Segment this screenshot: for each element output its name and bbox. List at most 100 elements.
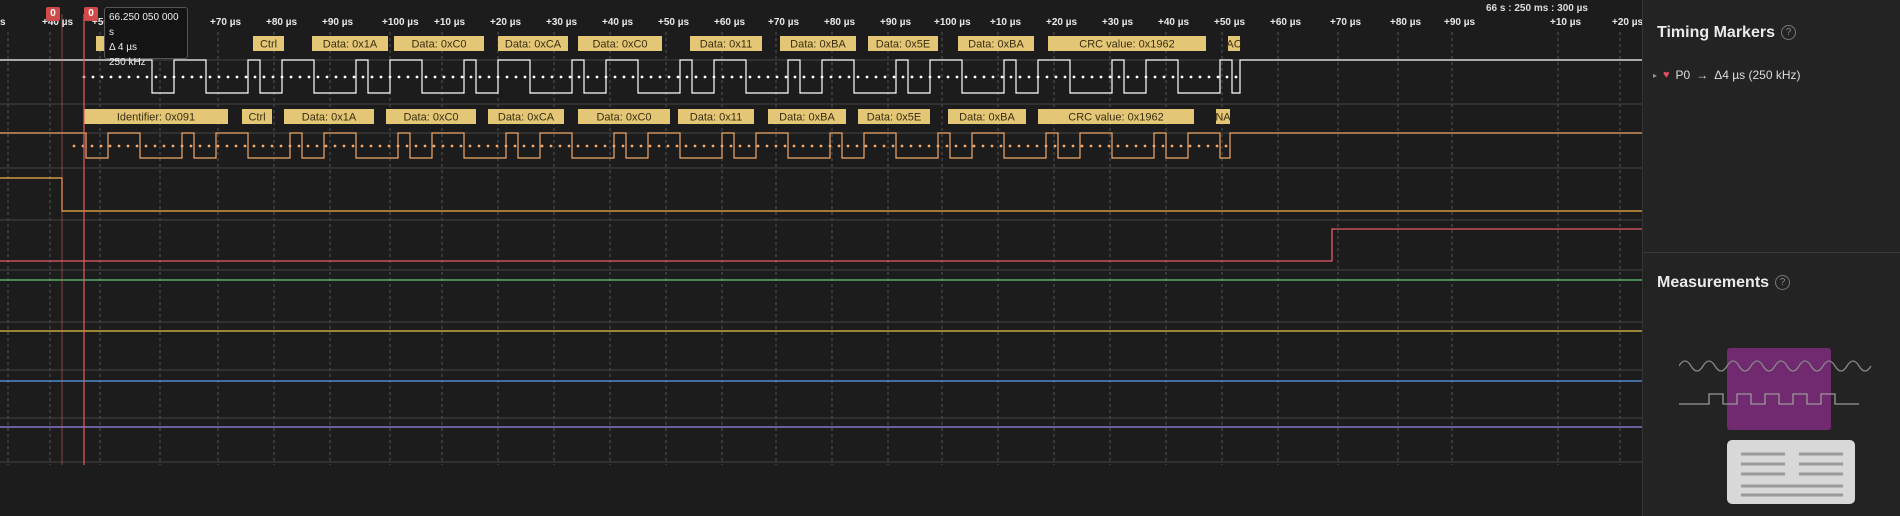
sample-dot — [693, 144, 697, 148]
decode-bubble-label: Data: 0xBA — [968, 39, 1024, 51]
sample-dot — [567, 144, 571, 148]
sample-dot — [586, 75, 590, 79]
sample-dot — [747, 144, 751, 148]
ruler-tick-label: +90 µs — [322, 17, 354, 28]
sample-dot — [370, 75, 374, 79]
sample-dot — [505, 75, 509, 79]
decode-bubble-label: Data: 0x11 — [690, 112, 742, 124]
decode-bubble-label: Data: 0xC0 — [596, 112, 651, 124]
sample-dot — [189, 144, 193, 148]
sample-dot — [1117, 75, 1121, 79]
decode-bubble-row2: Data: 0xC0 — [578, 109, 670, 124]
sample-dot — [900, 144, 904, 148]
ruler-tick-label: +30 µs — [546, 17, 578, 28]
sample-dot — [487, 75, 491, 79]
measurements-illustration-icon — [1679, 348, 1872, 504]
decode-bubble-label: Ctrl — [248, 112, 265, 124]
sample-dot — [675, 144, 679, 148]
sample-dot — [954, 144, 958, 148]
sample-dot — [658, 75, 662, 79]
sample-dot — [730, 75, 734, 79]
timing-markers-title: Timing Markers — [1657, 24, 1775, 41]
sample-dot — [343, 75, 347, 79]
sample-dot — [1171, 75, 1175, 79]
sample-dot — [1107, 144, 1111, 148]
sample-dot — [649, 75, 653, 79]
sample-dot — [963, 144, 967, 148]
sample-dot — [829, 75, 833, 79]
sample-dot — [558, 144, 562, 148]
sample-dot — [100, 75, 104, 79]
sample-dot — [1098, 144, 1102, 148]
sample-dot — [253, 75, 257, 79]
sample-dot — [1216, 75, 1220, 79]
sample-dot — [891, 144, 895, 148]
sample-dot — [163, 75, 167, 79]
sample-dot — [153, 144, 157, 148]
sample-dot — [297, 144, 301, 148]
sample-dot — [1143, 144, 1147, 148]
sample-dot — [154, 75, 158, 79]
waveform-area[interactable]: s +40 µs +50 µs +60 µs +70 µs +80 µs +90 µs +10… — [0, 0, 1642, 516]
sample-dot — [1009, 75, 1013, 79]
marker-flag-p0[interactable]: 0 — [84, 7, 98, 21]
sample-dot — [261, 144, 265, 148]
decode-bubble-row1: AC — [1226, 36, 1242, 51]
sample-dot — [145, 75, 149, 79]
sample-dot — [90, 144, 94, 148]
sample-dot — [676, 75, 680, 79]
decode-bubble-row2: Data: 0xC0 — [386, 109, 476, 124]
sample-dot — [639, 144, 643, 148]
sample-dot — [1071, 144, 1075, 148]
decode-bubble-row2: Data: 0xBA — [768, 109, 846, 124]
sample-dot — [1090, 75, 1094, 79]
help-icon[interactable]: ? — [1775, 275, 1791, 290]
time-ruler: s +40 µs +50 µs +60 µs +70 µs +80 µs +90 µs +10… — [0, 17, 1642, 465]
sample-dot — [208, 75, 212, 79]
sample-dot — [1180, 75, 1184, 79]
sample-dot — [838, 75, 842, 79]
sample-dot — [757, 75, 761, 79]
sample-dot — [252, 144, 256, 148]
sample-dot — [684, 144, 688, 148]
sample-dot — [234, 144, 238, 148]
help-icon[interactable]: ? — [1780, 25, 1796, 40]
decode-bubble-label: CRC value: 0x1962 — [1079, 39, 1174, 51]
sample-dot — [1126, 75, 1130, 79]
sample-dot — [955, 75, 959, 79]
sample-dot — [1008, 144, 1012, 148]
sample-dot — [729, 144, 733, 148]
ruler-tick-label: s — [0, 17, 6, 28]
sample-dot — [226, 75, 230, 79]
ruler-tick-label: +10 µs — [990, 17, 1022, 28]
sample-dot — [720, 144, 724, 148]
sample-dot — [1152, 144, 1156, 148]
sample-dot — [306, 144, 310, 148]
sample-dot — [379, 75, 383, 79]
ruler-tick-label: +30 µs — [1102, 17, 1134, 28]
timing-marker-entry[interactable]: ▸ ♥ P0 → Δ4 µs (250 kHz) — [1653, 68, 1801, 82]
sample-dot — [1054, 75, 1058, 79]
decode-bubble-label: AC — [1226, 39, 1241, 51]
ruler-tick-label: +80 µs — [1390, 17, 1422, 28]
sample-dot — [271, 75, 275, 79]
marker-flag[interactable]: 0 — [46, 7, 60, 21]
sample-dot — [1207, 75, 1211, 79]
sample-dot — [459, 144, 463, 148]
sample-dot — [423, 144, 427, 148]
decode-bubble-row1: Data: 0xCA — [498, 36, 568, 51]
sample-dot — [451, 75, 455, 79]
sample-dot — [1135, 75, 1139, 79]
sample-dot — [190, 75, 194, 79]
decode-bubble-row2: Data: 0x5E — [858, 109, 930, 124]
sample-dot — [1099, 75, 1103, 79]
sample-dot — [766, 75, 770, 79]
sample-dot — [280, 75, 284, 79]
sample-dot — [622, 75, 626, 79]
expand-triangle-icon[interactable]: ▸ — [1653, 71, 1657, 80]
ruler-tick-label: +90 µs — [880, 17, 912, 28]
sample-dot — [991, 75, 995, 79]
sample-dot — [405, 144, 409, 148]
waveform-canvas[interactable]: s +40 µs +50 µs +60 µs +70 µs +80 µs +90 µs +10… — [0, 0, 1642, 516]
sample-dot — [289, 75, 293, 79]
